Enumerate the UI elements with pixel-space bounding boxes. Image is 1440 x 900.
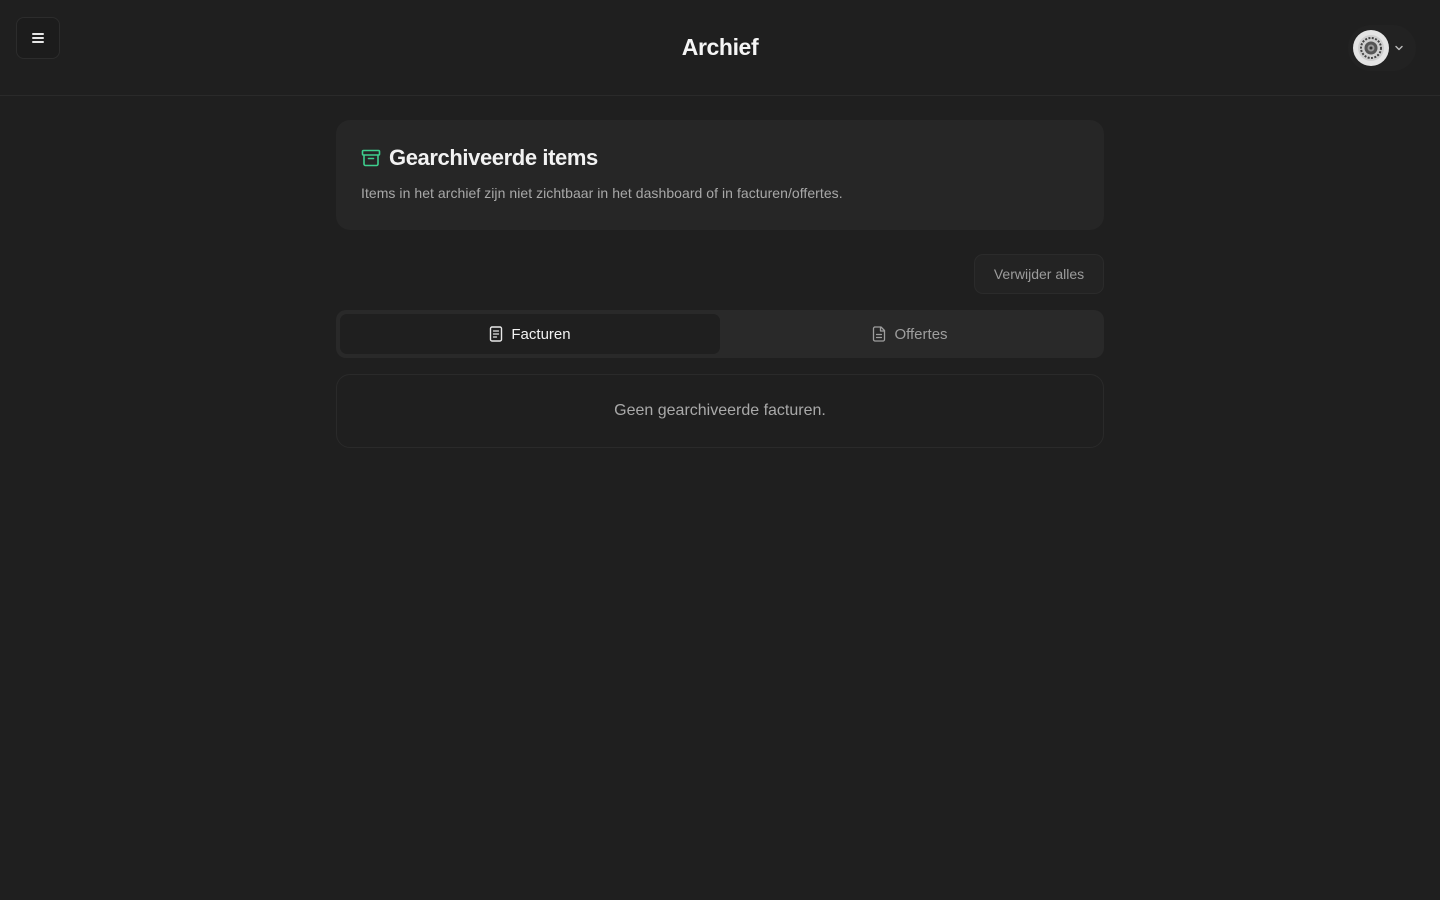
- avatar-logo-icon: [1358, 35, 1384, 61]
- invoice-icon: [489, 326, 503, 342]
- info-card-description: Items in het archief zijn niet zichtbaar…: [361, 185, 843, 201]
- info-card-title: Gearchiveerde items: [389, 145, 598, 170]
- document-icon: [872, 326, 886, 342]
- archive-tabs: Facturen Offertes: [336, 310, 1104, 358]
- archive-info-card: Gearchiveerde items Items in het archief…: [336, 120, 1104, 230]
- delete-all-button[interactable]: Verwijder alles: [974, 254, 1104, 294]
- user-menu-button[interactable]: [1348, 25, 1416, 71]
- top-bar: Archief: [0, 0, 1440, 96]
- archive-box-icon: [361, 148, 381, 168]
- info-card-header: Gearchiveerde items: [361, 145, 1079, 171]
- tab-facturen[interactable]: Facturen: [340, 314, 720, 354]
- page-title: Archief: [681, 34, 759, 60]
- tab-offertes-label: Offertes: [894, 325, 948, 343]
- empty-state-panel: Geen gearchiveerde facturen.: [336, 374, 1104, 448]
- tab-facturen-label: Facturen: [511, 325, 571, 343]
- tab-offertes[interactable]: Offertes: [720, 314, 1100, 354]
- empty-state-text: Geen gearchiveerde facturen.: [614, 402, 826, 419]
- chevron-down-icon: [1394, 43, 1404, 53]
- avatar[interactable]: [1353, 30, 1389, 66]
